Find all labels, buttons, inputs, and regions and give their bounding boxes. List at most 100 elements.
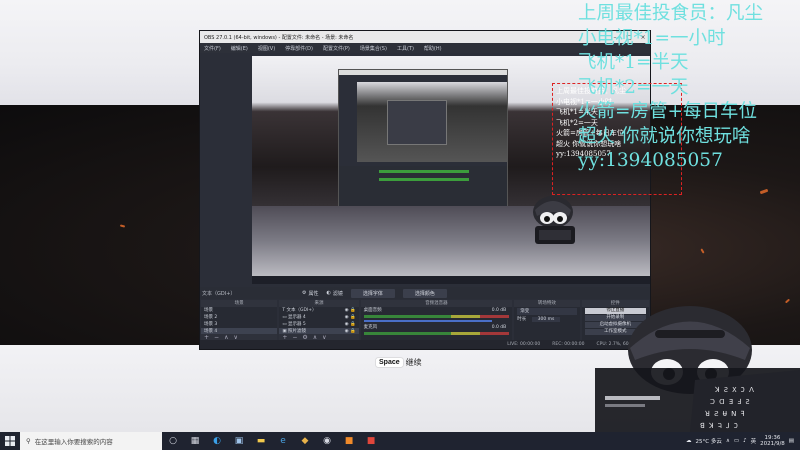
mascot-large-illustration: ꓘ Ƨ X Ɔ ꓥ ꓛ ꓷ Ǝ ꓞ Ƨ ꓤ Ꙅ Ʉ ꓠ ꟻ ꓭ ꓘ Ꮈ ꓙ Ɔ bbox=[595, 306, 800, 432]
taskview-grid-icon[interactable]: ▦ bbox=[184, 432, 206, 450]
scene-item[interactable]: 场景 bbox=[201, 307, 277, 314]
system-tray: ☁ 25°C 多云 ∧ ▭ ♪ 英 19:36 2021/9/8 ▤ bbox=[686, 435, 800, 448]
menu-file[interactable]: 文件(F) bbox=[204, 45, 221, 52]
eye-icon[interactable]: ◉ 🔒 bbox=[345, 307, 356, 314]
app-red-icon[interactable]: ■ bbox=[360, 432, 382, 450]
scene-item[interactable]: 场景 2 bbox=[201, 314, 277, 321]
ime-indicator[interactable]: 英 bbox=[751, 437, 757, 445]
menu-tools[interactable]: 工具(T) bbox=[397, 45, 414, 52]
select-font-button[interactable]: 选择字体 bbox=[350, 288, 395, 298]
properties-button[interactable]: ⚙ 属性 bbox=[302, 290, 319, 297]
svg-text:ꓤ Ꙅ Ʉ ꓠ ꟻ: ꓤ Ꙅ Ʉ ꓠ ꟻ bbox=[705, 410, 745, 418]
edge-browser-icon[interactable]: ◐ bbox=[206, 432, 228, 450]
space-key-badge: Space bbox=[376, 358, 403, 367]
source-item[interactable]: ▭ 显示器 4 ◉ 🔒 bbox=[279, 314, 358, 321]
app-orange-icon[interactable]: ■ bbox=[338, 432, 360, 450]
source-item[interactable]: ▭ 显示器 5 ◉ 🔒 bbox=[279, 321, 358, 328]
menu-edit[interactable]: 编辑(E) bbox=[231, 45, 248, 52]
volume-meter bbox=[363, 332, 510, 335]
sources-dock: 来源 T 文本（GDI+） ◉ 🔒 ▭ 显示器 4 ◉ 🔒 ▭ 显示器 5 ◉ … bbox=[279, 300, 359, 341]
browser-icon[interactable]: e bbox=[272, 432, 294, 450]
windows-taskbar: ⚲ 在这里输入你要搜索的内容 ○ ▦ ◐ ▣ ▬ e ◆ ◉ ■ ■ ☁ 25°… bbox=[0, 432, 800, 450]
select-color-button[interactable]: 选择颜色 bbox=[402, 288, 447, 298]
source-item-label: 显示器 5 bbox=[288, 322, 306, 327]
overlay-line: 超火 你就说你想玩啥 bbox=[578, 125, 751, 147]
menu-scene-collection[interactable]: 场景集合(S) bbox=[360, 45, 387, 52]
overlay-line: 飞机*2=一天 bbox=[578, 76, 689, 98]
properties-label: 属性 bbox=[308, 290, 319, 297]
filters-label: 滤镜 bbox=[332, 290, 343, 297]
store-icon[interactable]: ▣ bbox=[228, 432, 250, 450]
transition-select[interactable]: 渐变 bbox=[517, 308, 577, 315]
menu-docks[interactable]: 停靠部件(D) bbox=[285, 45, 313, 52]
weather-icon[interactable]: ☁ bbox=[686, 438, 692, 444]
network-icon[interactable]: ▭ bbox=[734, 438, 739, 444]
audio-mixer-header: 音频混音器 bbox=[360, 300, 513, 307]
nested-obs-capture bbox=[338, 69, 508, 206]
overlay-line: 飞机*1=半天 bbox=[578, 52, 689, 73]
mixer-track-db: 0.0 dB bbox=[491, 325, 507, 330]
obs-app-icon[interactable]: ◉ bbox=[316, 432, 338, 450]
search-icon: ⚲ bbox=[26, 437, 31, 445]
eye-icon[interactable]: ◉ 🔒 bbox=[345, 314, 356, 321]
overlay-line: 上周最佳投食员：凡尘 bbox=[578, 3, 764, 24]
search-placeholder: 在这里输入你要搜索的内容 bbox=[34, 438, 113, 446]
game-app-icon[interactable]: ◆ bbox=[294, 432, 316, 450]
obs-status-bar: LIVE: 00:00:00 REC: 00:00:00 CPU: 2.7%, … bbox=[200, 340, 650, 349]
source-item-label: 显示器 4 bbox=[288, 315, 306, 320]
sources-dock-header: 来源 bbox=[279, 300, 359, 307]
menu-help[interactable]: 帮助(H) bbox=[424, 45, 442, 52]
selected-source-label: 文本（GDI+） bbox=[202, 290, 236, 297]
mascot-small-illustration bbox=[533, 196, 575, 244]
scenes-dock-header: 场景 bbox=[201, 300, 278, 307]
weather-text[interactable]: 25°C 多云 bbox=[695, 437, 721, 445]
svg-text:ꓛ ꓷ Ǝ ꓞ Ƨ: ꓛ ꓷ Ǝ ꓞ Ƨ bbox=[710, 398, 750, 406]
taskbar-clock[interactable]: 19:36 2021/9/8 bbox=[760, 435, 785, 448]
preview-desktop-lower bbox=[252, 206, 650, 284]
scene-item[interactable]: 场景 3 bbox=[201, 321, 277, 328]
tray-arrow-icon[interactable]: ∧ bbox=[726, 438, 730, 444]
source-toolbar: 文本（GDI+） ⚙ 属性 ◐ 滤镜 选择字体 选择颜色 bbox=[200, 287, 650, 299]
file-explorer-icon[interactable]: ▬ bbox=[250, 432, 272, 450]
transition-type: 渐变 bbox=[520, 309, 530, 314]
gear-icon: ⚙ bbox=[302, 290, 307, 296]
stream-overlay-text: 上周最佳投食员：凡尘 小电视*1=一小时 飞机*1=半天 飞机*2=一天 火箭=… bbox=[578, 2, 800, 174]
obs-docks: 场景 场景 场景 2 场景 3 场景 4 + − ∧ ∨ 来源 T 文本（GDI+）… bbox=[200, 300, 650, 341]
rec-status: REC: 00:00:00 bbox=[552, 342, 585, 347]
audio-mixer-dock: 音频混音器 桌面音频 0.0 dB 麦克风 0.0 dB bbox=[360, 300, 513, 341]
transitions-dock: 转场特效 渐变 时长 300 ms bbox=[514, 300, 580, 341]
mixer-track: 麦克风 0.0 dB bbox=[361, 324, 513, 331]
task-view-icon[interactable]: ○ bbox=[162, 432, 184, 450]
source-item[interactable]: T 文本（GDI+） ◉ 🔒 bbox=[279, 307, 358, 314]
taskbar-search-box[interactable]: ⚲ 在这里输入你要搜索的内容 bbox=[20, 432, 162, 450]
scenes-dock: 场景 场景 场景 2 场景 3 场景 4 + − ∧ ∨ bbox=[201, 300, 278, 341]
svg-text:ꓘ Ƨ X Ɔ ꓥ: ꓘ Ƨ X Ɔ ꓥ bbox=[714, 386, 754, 394]
continue-prompt[interactable]: Space 继续 bbox=[376, 357, 422, 368]
start-button[interactable] bbox=[0, 432, 20, 450]
volume-slider[interactable] bbox=[363, 320, 493, 322]
obs-window-title: OBS 27.0.1 (64-bit, windows) - 配置文件: 未命名… bbox=[204, 34, 354, 41]
menu-profile[interactable]: 配置文件(P) bbox=[323, 45, 350, 52]
transitions-header: 转场特效 bbox=[514, 300, 580, 307]
svg-text:ꓭ ꓘ Ꮈ ꓙ Ɔ: ꓭ ꓘ Ꮈ ꓙ Ɔ bbox=[700, 422, 738, 430]
mixer-track-name: 麦克风 bbox=[363, 325, 378, 330]
live-status: LIVE: 00:00:00 bbox=[507, 342, 541, 347]
notification-icon[interactable]: ▤ bbox=[789, 438, 794, 444]
duration-input[interactable]: 300 ms bbox=[531, 317, 561, 322]
volume-meter bbox=[363, 315, 510, 318]
menu-view[interactable]: 视图(V) bbox=[258, 45, 275, 52]
overlay-line: 小电视*1=一小时 bbox=[578, 27, 726, 49]
mixer-track: 桌面音频 0.0 dB bbox=[361, 307, 513, 314]
overlay-line: 火箭=房管+每日车位 bbox=[578, 101, 758, 122]
duration-row: 时长 300 ms bbox=[514, 316, 579, 323]
filters-button[interactable]: ◐ 滤镜 bbox=[327, 290, 343, 297]
volume-icon[interactable]: ♪ bbox=[743, 438, 747, 444]
windows-logo-icon bbox=[5, 436, 15, 446]
eye-icon[interactable]: ◉ 🔒 bbox=[345, 321, 356, 328]
continue-label: 继续 bbox=[405, 358, 422, 367]
preview-taskbar-capture bbox=[252, 276, 650, 284]
mixer-track-name: 桌面音频 bbox=[363, 308, 382, 313]
clock-date: 2021/9/8 bbox=[760, 441, 785, 447]
overlay-line: yy:1394085057 bbox=[578, 150, 723, 171]
mixer-track-db: 0.0 dB bbox=[491, 308, 507, 313]
